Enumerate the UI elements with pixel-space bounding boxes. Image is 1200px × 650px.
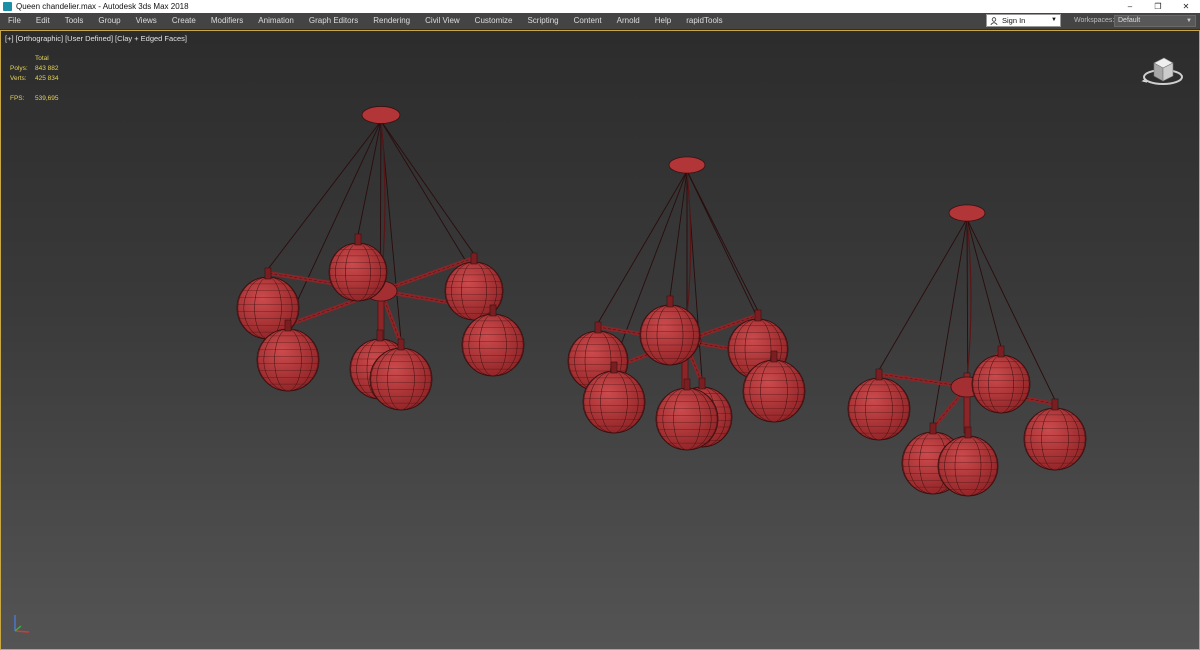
restore-button[interactable]: ❐ bbox=[1144, 0, 1172, 13]
chevron-down-icon: ▼ bbox=[1186, 18, 1192, 24]
sign-in-label: Sign In bbox=[1002, 16, 1026, 25]
menu-item-graph-editors[interactable]: Graph Editors bbox=[301, 13, 365, 29]
close-button[interactable]: ✕ bbox=[1172, 0, 1200, 13]
viewport-label: [+] [Orthographic] [User Defined] [Clay + E… bbox=[5, 34, 189, 43]
ceiling-canopy bbox=[361, 106, 401, 124]
menu-bar: File Edit Tools Group Views Create Modifiers An… bbox=[0, 13, 1200, 30]
glass-globe bbox=[847, 368, 911, 441]
workspace-value: Default bbox=[1118, 17, 1141, 24]
menu-item-create[interactable]: Create bbox=[164, 13, 203, 29]
fps-label: FPS: bbox=[10, 95, 25, 102]
menu-item-animation[interactable]: Animation bbox=[250, 13, 301, 29]
sign-in-dropdown[interactable]: Sign In ▼ bbox=[986, 14, 1061, 27]
ceiling-canopy bbox=[948, 204, 986, 222]
viewport-statistics: Total Polys: 843 882 Verts: 425 834 FPS: 53… bbox=[10, 54, 90, 104]
menu-item-file[interactable]: File bbox=[0, 13, 28, 29]
minimize-button[interactable]: – bbox=[1116, 0, 1144, 13]
viewcube-icon[interactable] bbox=[1141, 51, 1185, 91]
title-bar: Queen chandelier.max - Autodesk 3ds Max … bbox=[0, 0, 1200, 13]
menu-item-scripting[interactable]: Scripting bbox=[519, 13, 565, 29]
menu-item-civil-view[interactable]: Civil View bbox=[417, 13, 467, 29]
ceiling-canopy bbox=[668, 156, 706, 174]
viewport-shading[interactable]: [Clay + Edged Faces] bbox=[115, 34, 187, 43]
viewport-menu-plus[interactable]: [+] bbox=[5, 34, 14, 43]
menu-item-arnold[interactable]: Arnold bbox=[609, 13, 647, 29]
menu-item-views[interactable]: Views bbox=[128, 13, 164, 29]
glass-globe bbox=[1023, 398, 1087, 471]
menu-item-edit[interactable]: Edit bbox=[28, 13, 57, 29]
glass-globe bbox=[971, 345, 1031, 414]
glass-globe bbox=[639, 295, 701, 366]
chandelier-model bbox=[567, 156, 806, 451]
glass-globe bbox=[328, 233, 388, 302]
menu-item-tools[interactable]: Tools bbox=[57, 13, 91, 29]
workspace-select[interactable]: Default ▼ bbox=[1114, 15, 1196, 27]
menu-items: File Edit Tools Group Views Create Modifiers An… bbox=[0, 13, 730, 29]
viewport-point-of-view[interactable]: [Orthographic] bbox=[16, 34, 64, 43]
polys-value: 843 882 bbox=[35, 65, 59, 72]
viewport-mode[interactable]: [User Defined] bbox=[65, 34, 113, 43]
window-controls: – ❐ ✕ bbox=[1116, 0, 1200, 13]
menu-item-rapidtools[interactable]: rapidTools bbox=[678, 13, 729, 29]
window-title: Queen chandelier.max - Autodesk 3ds Max … bbox=[16, 2, 189, 11]
perspective-viewport[interactable]: [+] [Orthographic] [User Defined] [Clay + E… bbox=[0, 30, 1200, 650]
verts-value: 425 834 bbox=[35, 75, 59, 82]
menu-item-rendering[interactable]: Rendering bbox=[365, 13, 417, 29]
chandelier-model bbox=[236, 106, 525, 411]
chandelier-model bbox=[847, 204, 1087, 497]
user-icon bbox=[990, 17, 998, 25]
menu-item-modifiers[interactable]: Modifiers bbox=[203, 13, 250, 29]
menu-item-customize[interactable]: Customize bbox=[467, 13, 520, 29]
verts-label: Verts: bbox=[10, 75, 27, 82]
axis-tripod-icon bbox=[14, 615, 30, 633]
menu-item-help[interactable]: Help bbox=[647, 13, 678, 29]
viewport-scene[interactable] bbox=[1, 31, 1199, 649]
workspaces-label: Workspaces: bbox=[1074, 17, 1115, 24]
app-icon bbox=[3, 2, 12, 11]
menu-item-content[interactable]: Content bbox=[566, 13, 609, 29]
chevron-down-icon: ▼ bbox=[1051, 17, 1057, 23]
stats-header: Total bbox=[35, 55, 49, 62]
menu-item-group[interactable]: Group bbox=[90, 13, 127, 29]
fps-value: 539,695 bbox=[35, 95, 59, 102]
polys-label: Polys: bbox=[10, 65, 28, 72]
